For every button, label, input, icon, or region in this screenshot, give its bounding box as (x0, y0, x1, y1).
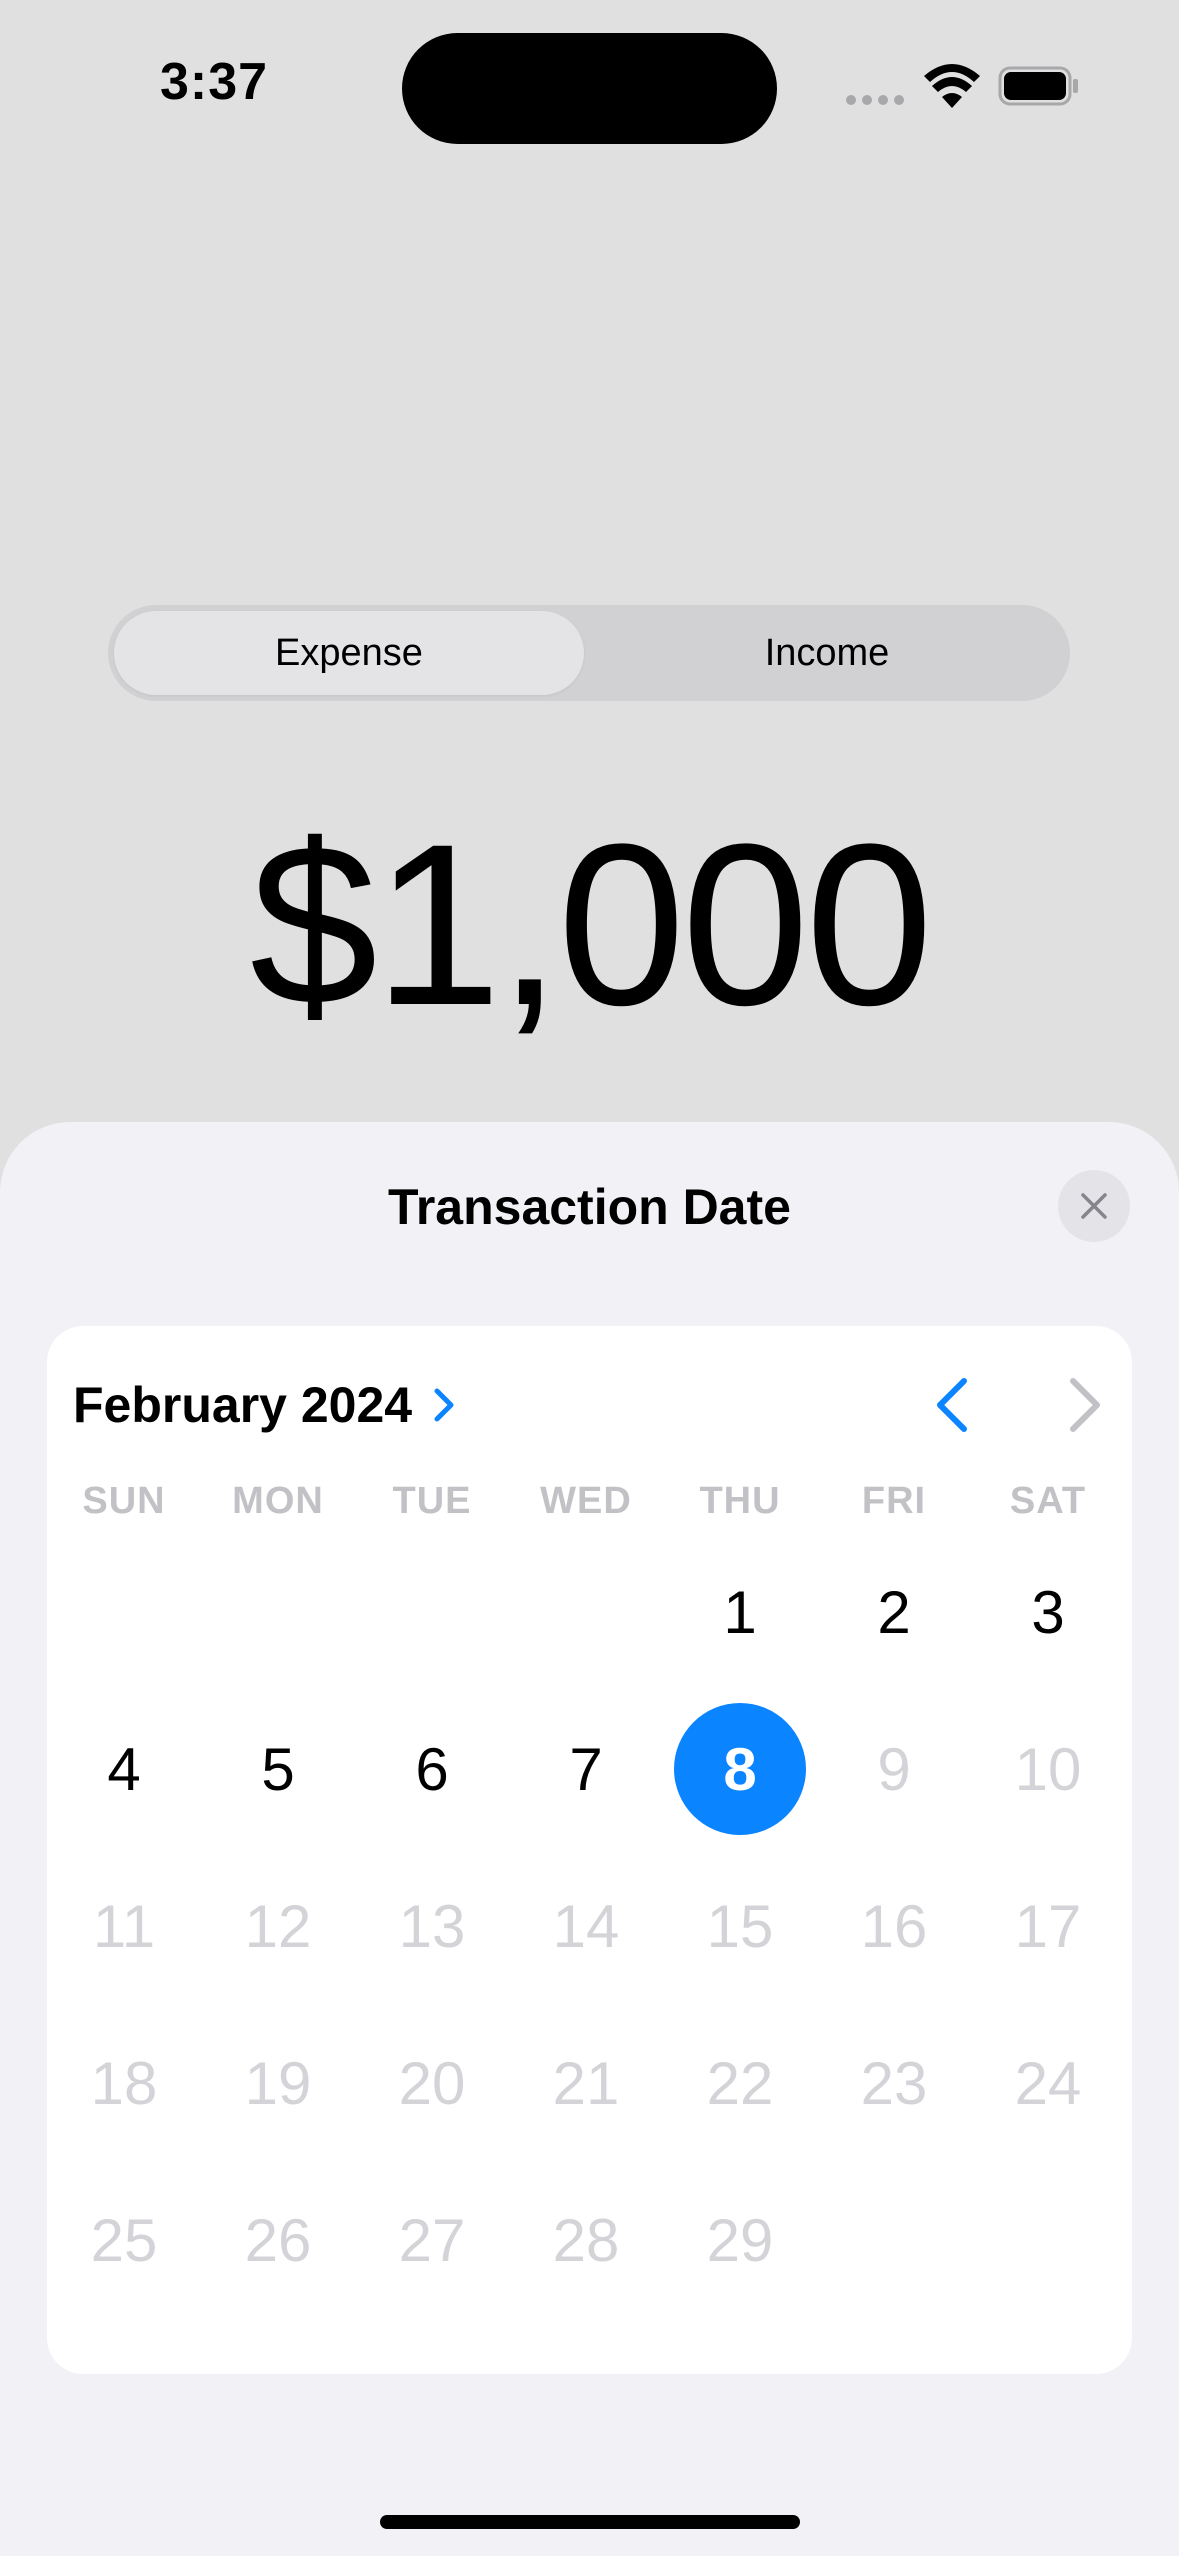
calendar-day: 27 (398, 2206, 466, 2274)
calendar-day: 12 (244, 1892, 312, 1960)
calendar-day: 18 (90, 2049, 158, 2117)
calendar-day: 23 (860, 2049, 928, 2117)
weekday-label: TUE (392, 1480, 472, 1522)
weekday-header-row: SUN MON TUE WED THU FRI SAT (47, 1480, 1132, 1530)
chevron-right-icon (434, 1388, 454, 1422)
calendar-day: 24 (1014, 2049, 1082, 2117)
calendar-day: 20 (398, 2049, 466, 2117)
calendar-day[interactable]: 2 (817, 1535, 971, 1689)
weekday-label: WED (540, 1480, 632, 1522)
weekday-label: FRI (861, 1480, 927, 1522)
calendar-day[interactable]: 3 (971, 1535, 1125, 1689)
expense-segment[interactable]: Expense (114, 611, 584, 695)
calendar-day[interactable]: 5 (201, 1692, 355, 1846)
amount-display[interactable]: $1,000 (0, 810, 1179, 1040)
battery-icon (998, 66, 1078, 106)
close-button[interactable] (1058, 1170, 1130, 1242)
calendar-day: 19 (244, 2049, 312, 2117)
calendar-day: 11 (92, 1892, 156, 1960)
calendar-day: 21 (552, 2049, 620, 2117)
calendar-day[interactable]: 4 (47, 1692, 201, 1846)
calendar-day-selected[interactable]: 8 (663, 1692, 817, 1846)
calendar-day[interactable]: 6 (355, 1692, 509, 1846)
weekday-label: SUN (82, 1480, 166, 1522)
cellular-signal-icon (846, 95, 904, 105)
calendar-day: 13 (398, 1892, 466, 1960)
home-indicator[interactable] (380, 2515, 800, 2529)
month-year-label: February 2024 (73, 1377, 413, 1433)
calendar-day: 16 (860, 1892, 928, 1960)
weekday-label: SAT (1009, 1480, 1087, 1522)
next-month-button[interactable] (1058, 1370, 1112, 1440)
calendar-day: 29 (706, 2206, 774, 2274)
sheet-title: Transaction Date (388, 1179, 791, 1235)
calendar-day: 17 (1014, 1892, 1082, 1960)
status-time: 3:37 (160, 53, 269, 111)
month-year-picker-button[interactable]: February 2024 (73, 1376, 456, 1434)
weekday-label: THU (699, 1480, 781, 1522)
previous-month-button[interactable] (925, 1370, 979, 1440)
calendar-day[interactable]: 1 (663, 1535, 817, 1689)
calendar-day[interactable]: 7 (509, 1692, 663, 1846)
chevron-left-icon (937, 1378, 967, 1432)
dynamic-island (402, 33, 777, 144)
close-icon (1081, 1193, 1107, 1219)
calendar-day: 10 (1014, 1735, 1082, 1803)
chevron-right-icon (1070, 1378, 1100, 1432)
calendar-day: 25 (90, 2206, 158, 2274)
transaction-type-segmented-control: Expense Income (108, 605, 1070, 701)
wifi-icon (924, 64, 980, 108)
calendar-day: 15 (706, 1892, 774, 1960)
calendar-day: 26 (244, 2206, 312, 2274)
calendar-day: 14 (552, 1892, 620, 1960)
calendar-day: 22 (706, 2049, 774, 2117)
calendar-day: 9 (877, 1735, 911, 1803)
weekday-label: MON (232, 1480, 324, 1522)
calendar-day: 28 (552, 2206, 620, 2274)
income-segment[interactable]: Income (590, 611, 1064, 695)
